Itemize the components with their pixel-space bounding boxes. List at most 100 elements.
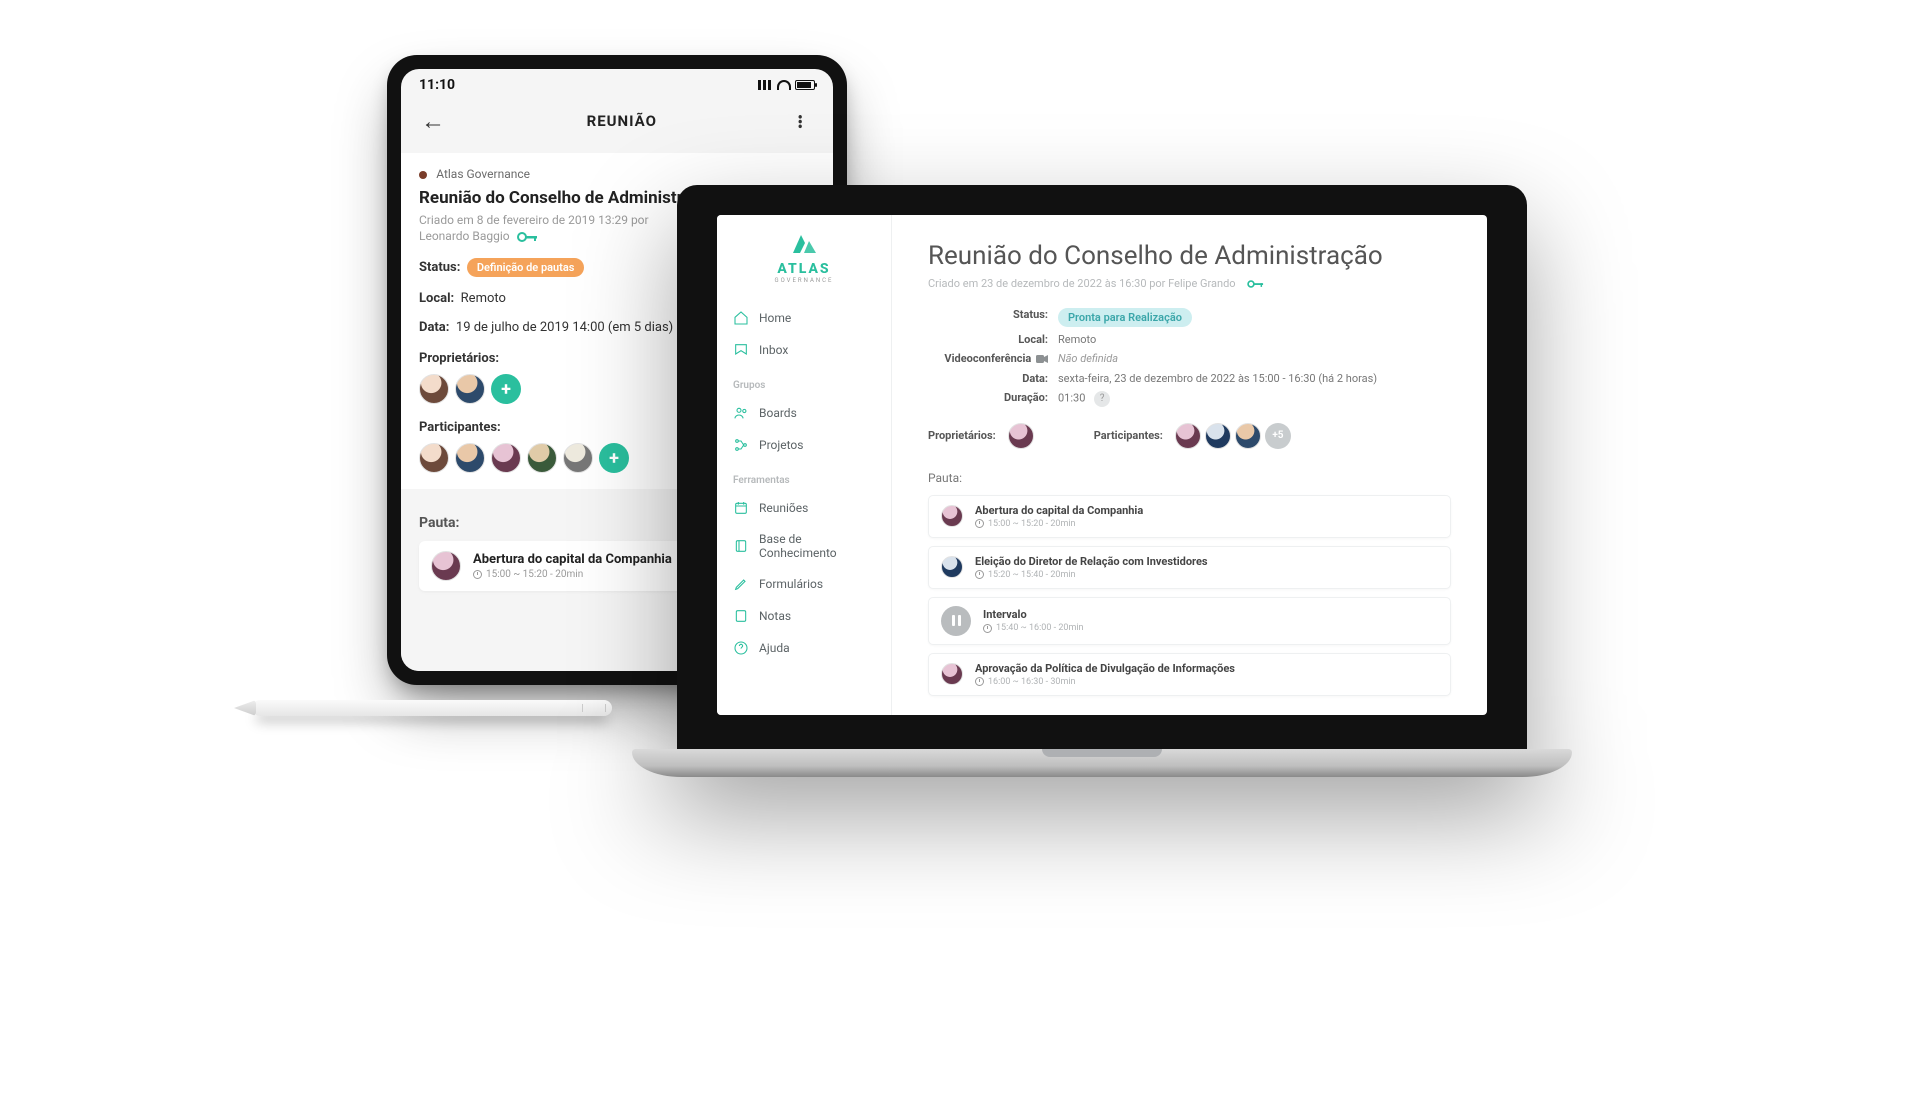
status-pill: Definição de pautas	[467, 258, 585, 277]
nav-label: Notas	[759, 609, 791, 623]
nav-inbox[interactable]: Inbox	[727, 334, 881, 366]
agenda-item-title: Abertura do capital da Companhia	[975, 504, 1143, 517]
avatar[interactable]	[491, 443, 521, 473]
nav-label: Ajuda	[759, 641, 790, 655]
avatar[interactable]	[1235, 423, 1261, 449]
add-owner-button[interactable]: +	[491, 374, 521, 404]
agenda-item[interactable]: Aprovação da Política de Divulgação de I…	[928, 653, 1451, 696]
nav-home[interactable]: Home	[727, 302, 881, 334]
org-dot-icon	[419, 171, 427, 179]
avatar	[941, 663, 963, 685]
home-icon	[733, 310, 749, 326]
meeting-meta: Status: Pronta para Realização Local: Re…	[928, 308, 1451, 407]
status-time: 11:10	[419, 77, 455, 93]
book-icon	[733, 538, 749, 554]
avatar[interactable]	[455, 374, 485, 404]
inbox-icon	[733, 342, 749, 358]
main-content: Reunião do Conselho de Administração Cri…	[892, 215, 1487, 715]
status-label: Status:	[419, 260, 460, 275]
clock-icon	[975, 677, 984, 686]
avatar[interactable]	[1205, 423, 1231, 449]
owners-label: Proprietários:	[928, 429, 996, 442]
signal-icon	[758, 80, 773, 90]
laptop-bezel: ATLAS GOVERNANCE Home Inbox Grupos	[677, 185, 1527, 755]
status-icons	[758, 80, 815, 90]
back-button[interactable]: ←	[421, 109, 445, 133]
status-label: Status:	[928, 308, 1048, 327]
participants-label: Participantes:	[1094, 429, 1163, 442]
local-value: Remoto	[461, 291, 506, 306]
more-menu-button[interactable]: …	[794, 114, 818, 129]
key-icon	[517, 231, 539, 243]
avatar	[431, 551, 461, 581]
created-by: Criado em 23 de dezembro de 2022 às 16:3…	[928, 277, 1451, 290]
clock-icon	[975, 519, 984, 528]
agenda-list: Abertura do capital da Companhia 15:00 ~…	[928, 495, 1451, 696]
org-row: Atlas Governance	[419, 167, 815, 182]
nav-ajuda[interactable]: Ajuda	[727, 632, 881, 664]
owners-group: Proprietários:	[928, 423, 1034, 449]
pauta-label: Pauta:	[928, 471, 1451, 485]
nav-notas[interactable]: Notas	[727, 600, 881, 632]
video-label: Videoconferência	[928, 352, 1048, 366]
edit-icon	[733, 576, 749, 592]
brand-sub: GOVERNANCE	[727, 277, 881, 284]
agenda-item[interactable]: Eleição do Diretor de Relação com Invest…	[928, 546, 1451, 589]
avatar[interactable]	[419, 443, 449, 473]
battery-icon	[795, 80, 815, 90]
avatar	[941, 505, 963, 527]
stylus-pencil	[252, 700, 612, 716]
people-icon	[733, 405, 749, 421]
nav-projetos[interactable]: Projetos	[727, 429, 881, 461]
add-participant-button[interactable]: +	[599, 443, 629, 473]
data-label: Data:	[928, 372, 1048, 385]
nav-reunioes[interactable]: Reuniões	[727, 492, 881, 524]
created-line1: Criado em 8 de fevereiro de 2019 13:29 p…	[419, 213, 649, 227]
local-label: Local:	[419, 291, 454, 306]
agenda-item-break[interactable]: Intervalo 15:40 ~ 16:00 - 20min	[928, 597, 1451, 645]
nav-label: Reuniões	[759, 501, 808, 515]
avatar[interactable]	[1008, 423, 1034, 449]
app-bar: ← REUNIÃO …	[401, 97, 833, 143]
date-label: Data:	[419, 320, 449, 335]
local-value: Remoto	[1058, 333, 1451, 346]
avatar[interactable]	[563, 443, 593, 473]
nav-group-ferramentas: Ferramentas	[733, 475, 875, 486]
key-icon	[1246, 279, 1266, 289]
brand-logo: ATLAS GOVERNANCE	[727, 229, 881, 284]
agenda-item[interactable]: Abertura do capital da Companhia 15:00 ~…	[928, 495, 1451, 538]
sidebar: ATLAS GOVERNANCE Home Inbox Grupos	[717, 215, 892, 715]
agenda-item-title: Eleição do Diretor de Relação com Invest…	[975, 555, 1208, 568]
avatar[interactable]	[455, 443, 485, 473]
nav-label: Base de Conhecimento	[759, 532, 875, 560]
avatar	[941, 556, 963, 578]
nav-group-grupos: Grupos	[733, 380, 875, 391]
meeting-title: Reunião do Conselho de Administração	[928, 241, 1451, 271]
created-line2: Leonardo Baggio	[419, 229, 510, 243]
clock-icon	[975, 570, 984, 579]
org-name: Atlas Governance	[436, 167, 530, 181]
nav-label: Boards	[759, 406, 797, 420]
avatar[interactable]	[419, 374, 449, 404]
laptop-base	[632, 749, 1572, 777]
nav-label: Formulários	[759, 577, 823, 591]
agenda-item-title: Intervalo	[983, 608, 1084, 621]
local-label: Local:	[928, 333, 1048, 346]
nav-formularios[interactable]: Formulários	[727, 568, 881, 600]
avatar[interactable]	[1175, 423, 1201, 449]
nav-boards[interactable]: Boards	[727, 397, 881, 429]
laptop-device-frame: ATLAS GOVERNANCE Home Inbox Grupos	[632, 185, 1572, 777]
wifi-icon	[777, 80, 791, 90]
nav-base-conhecimento[interactable]: Base de Conhecimento	[727, 524, 881, 568]
atlas-logo-icon	[787, 229, 821, 257]
agenda-item-title: Aprovação da Política de Divulgação de I…	[975, 662, 1235, 675]
more-participants-chip[interactable]: +5	[1265, 423, 1291, 449]
status-bar: 11:10	[401, 69, 833, 97]
participants-group: Participantes: +5	[1094, 423, 1291, 449]
info-chip-icon[interactable]: ?	[1094, 391, 1110, 407]
nav-label: Projetos	[759, 438, 803, 452]
note-icon	[733, 608, 749, 624]
avatar[interactable]	[527, 443, 557, 473]
dur-label: Duração:	[928, 391, 1048, 407]
pause-icon	[941, 606, 971, 636]
